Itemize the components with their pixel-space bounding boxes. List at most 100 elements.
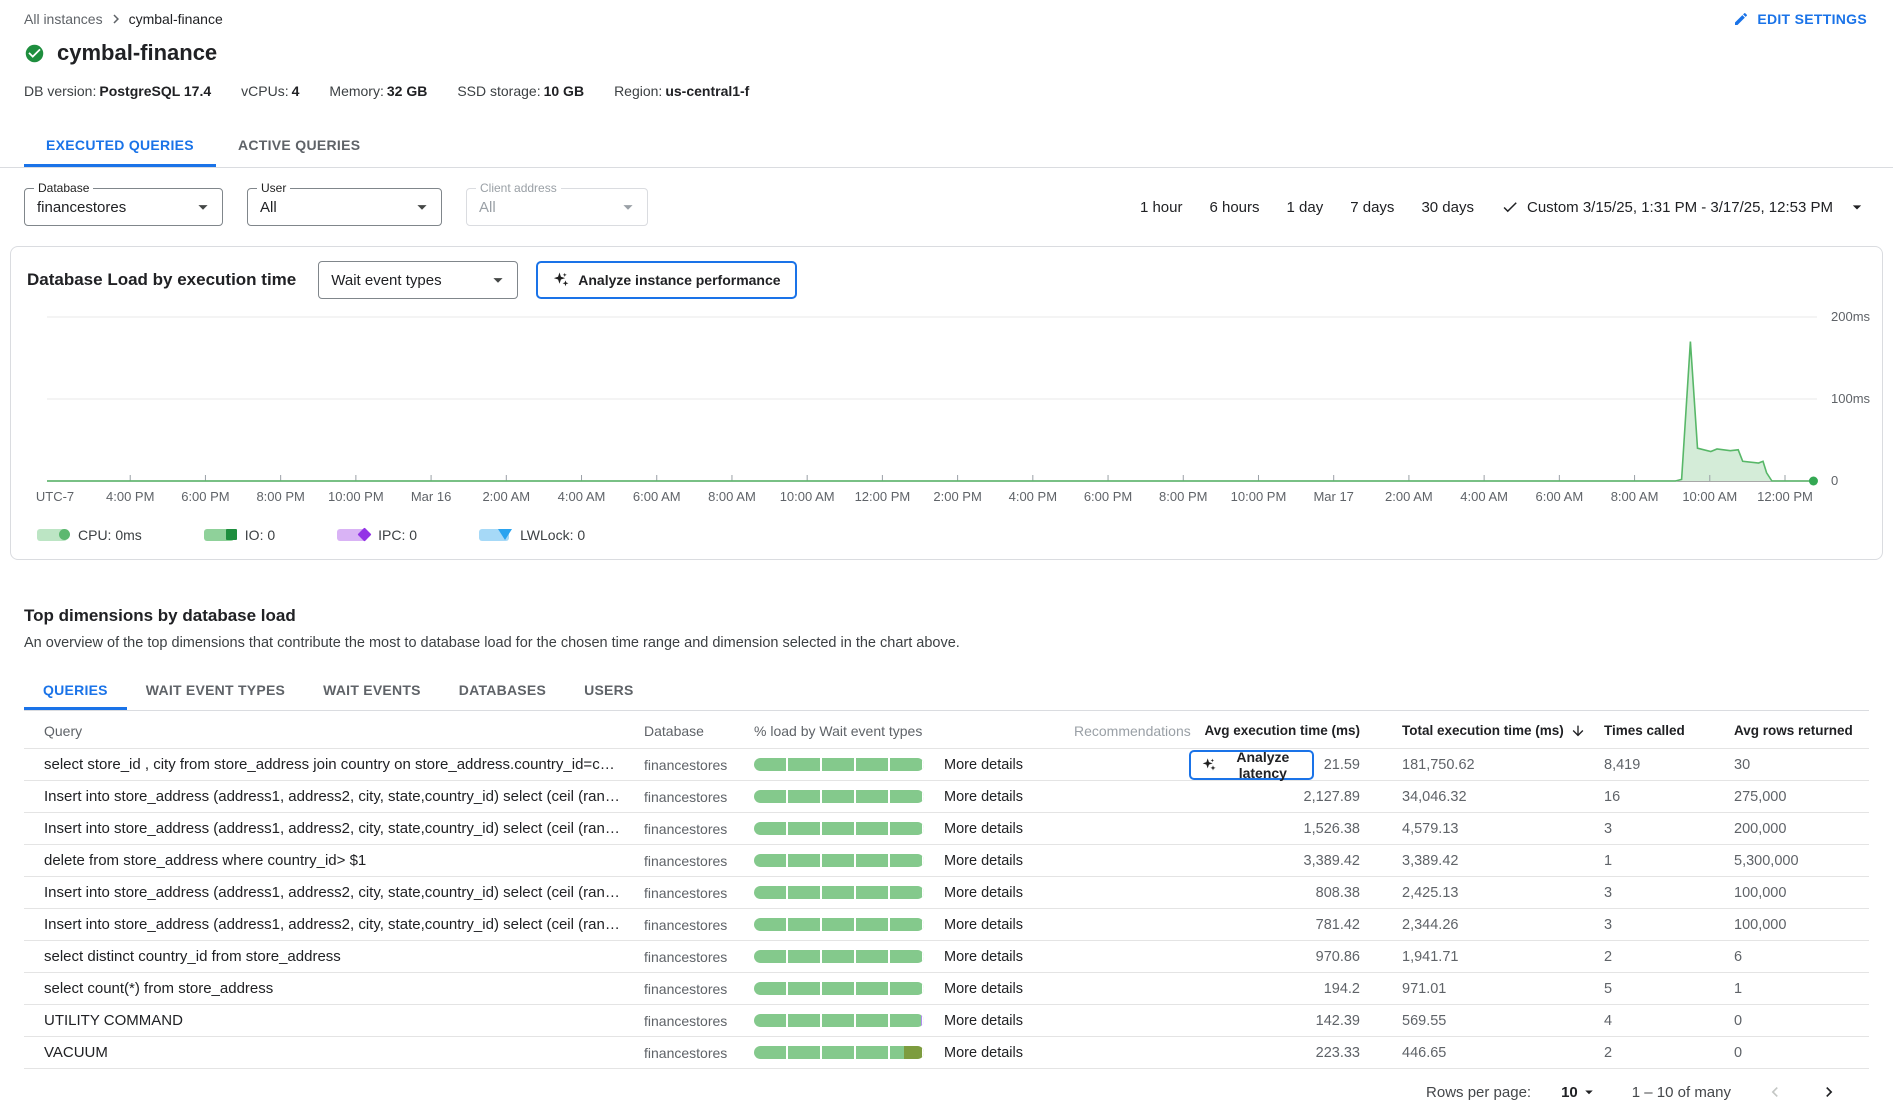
col-query[interactable]: Query <box>44 723 644 739</box>
more-details-link[interactable]: More details <box>944 917 1074 933</box>
table-row[interactable]: select store_id , city from store_addres… <box>24 749 1869 781</box>
database-cell: financestores <box>644 757 754 773</box>
time-range-7-days[interactable]: 7 days <box>1350 199 1394 216</box>
svg-text:10:00 PM: 10:00 PM <box>1231 489 1287 504</box>
analyze-latency-button[interactable]: Analyze latency <box>1189 750 1314 780</box>
time-range-custom[interactable]: Custom 3/15/25, 1:31 PM - 3/17/25, 12:53… <box>1501 197 1867 217</box>
query-text[interactable]: Insert into store_address (address1, add… <box>44 820 644 837</box>
database-load-chart: 200ms100ms0UTC-74:00 PM6:00 PM8:00 PM10:… <box>11 305 1882 519</box>
table-row[interactable]: Insert into store_address (address1, add… <box>24 877 1869 909</box>
more-details-link[interactable]: More details <box>944 949 1074 965</box>
info-ssd-storage-: SSD storage:10 GB <box>457 83 584 99</box>
times-called-cell: 4 <box>1604 1013 1734 1029</box>
more-details-link[interactable]: More details <box>944 981 1074 997</box>
next-page-button[interactable] <box>1819 1082 1839 1102</box>
col-total-exec[interactable]: Total execution time (ms) <box>1369 723 1604 739</box>
times-called-cell: 8,419 <box>1604 757 1734 773</box>
chart-dimension-select[interactable]: Wait event types <box>318 261 518 299</box>
more-details-link[interactable]: More details <box>944 821 1074 837</box>
check-icon <box>1501 198 1519 216</box>
more-details-link[interactable]: More details <box>944 853 1074 869</box>
query-text[interactable]: UTILITY COMMAND <box>44 1012 644 1029</box>
table-row[interactable]: delete from store_address where country_… <box>24 845 1869 877</box>
table-row[interactable]: UTILITY COMMAND financestores More detai… <box>24 1005 1869 1037</box>
more-details-link[interactable]: More details <box>944 1045 1074 1061</box>
rows-per-page-select[interactable]: 10 <box>1561 1083 1598 1101</box>
analyze-instance-performance-button[interactable]: Analyze instance performance <box>536 261 796 299</box>
time-range-30-days[interactable]: 30 days <box>1421 199 1474 216</box>
query-text[interactable]: VACUUM <box>44 1044 644 1061</box>
triangle-marker-icon <box>498 529 512 540</box>
table-row[interactable]: select distinct country_id from store_ad… <box>24 941 1869 973</box>
tab-active-queries[interactable]: ACTIVE QUERIES <box>216 123 382 167</box>
previous-page-button[interactable] <box>1765 1082 1785 1102</box>
legend-io[interactable]: IO: 0 <box>204 527 275 543</box>
time-range-1-day[interactable]: 1 day <box>1287 199 1324 216</box>
col-database[interactable]: Database <box>644 723 754 739</box>
rows-per-page: Rows per page: 10 <box>1426 1083 1598 1101</box>
total-exec-cell: 2,425.13 <box>1369 885 1604 901</box>
query-text[interactable]: delete from store_address where country_… <box>44 852 644 869</box>
load-bar <box>754 1046 944 1059</box>
table-row[interactable]: Insert into store_address (address1, add… <box>24 781 1869 813</box>
rows-per-page-label: Rows per page: <box>1426 1084 1531 1101</box>
dim-tab-queries[interactable]: QUERIES <box>24 671 127 710</box>
col-avg-rows[interactable]: Avg rows returned <box>1734 723 1884 738</box>
svg-text:2:00 PM: 2:00 PM <box>933 489 981 504</box>
dim-tab-wait-event-types[interactable]: WAIT EVENT TYPES <box>127 671 304 710</box>
more-details-link[interactable]: More details <box>944 885 1074 901</box>
col-times-called[interactable]: Times called <box>1604 723 1734 738</box>
user-filter-label: User <box>257 181 290 195</box>
dropdown-arrow-icon <box>617 196 639 218</box>
load-bar <box>754 790 944 803</box>
svg-text:12:00 PM: 12:00 PM <box>855 489 911 504</box>
avg-exec-cell: 1,526.38 <box>1189 821 1369 837</box>
svg-text:200ms: 200ms <box>1831 309 1871 324</box>
load-area-chart[interactable]: 200ms100ms0UTC-74:00 PM6:00 PM8:00 PM10:… <box>17 309 1879 515</box>
dimension-tabs: QUERIESWAIT EVENT TYPESWAIT EVENTSDATABA… <box>24 671 1869 711</box>
legend-lwlock[interactable]: LWLock: 0 <box>479 527 585 543</box>
more-details-link[interactable]: More details <box>944 1013 1074 1029</box>
legend-cpu[interactable]: CPU: 0ms <box>37 527 142 543</box>
database-cell: financestores <box>644 853 754 869</box>
svg-text:6:00 PM: 6:00 PM <box>1084 489 1132 504</box>
dropdown-arrow-icon <box>1580 1083 1598 1101</box>
table-row[interactable]: select count(*) from store_address finan… <box>24 973 1869 1005</box>
client-address-filter-label: Client address <box>476 181 561 195</box>
breadcrumb-all-instances[interactable]: All instances <box>24 11 103 27</box>
svg-text:2:00 AM: 2:00 AM <box>1385 489 1433 504</box>
user-filter-select[interactable]: User All <box>247 188 442 226</box>
database-cell: financestores <box>644 885 754 901</box>
query-text[interactable]: select distinct country_id from store_ad… <box>44 948 644 965</box>
legend-ipc[interactable]: IPC: 0 <box>337 527 417 543</box>
circle-marker-icon <box>59 529 70 540</box>
table-row[interactable]: VACUUM financestores More details 223.33… <box>24 1037 1869 1069</box>
dim-tab-databases[interactable]: DATABASES <box>440 671 565 710</box>
spark-icon <box>1201 757 1217 773</box>
avg-exec-cell: 970.86 <box>1189 949 1369 965</box>
table-row[interactable]: Insert into store_address (address1, add… <box>24 909 1869 941</box>
dim-tab-wait-events[interactable]: WAIT EVENTS <box>304 671 440 710</box>
load-bar <box>754 758 944 771</box>
tab-executed-queries[interactable]: EXECUTED QUERIES <box>24 123 216 167</box>
more-details-link[interactable]: More details <box>944 757 1074 773</box>
edit-settings-button[interactable]: EDIT SETTINGS <box>1733 11 1867 27</box>
query-text[interactable]: select count(*) from store_address <box>44 980 644 997</box>
database-filter-select[interactable]: Database financestores <box>24 188 223 226</box>
times-called-cell: 3 <box>1604 821 1734 837</box>
col-avg-exec[interactable]: Avg execution time (ms) <box>1189 723 1369 738</box>
query-text[interactable]: Insert into store_address (address1, add… <box>44 916 644 933</box>
time-range-1-hour[interactable]: 1 hour <box>1140 199 1183 216</box>
query-text[interactable]: Insert into store_address (address1, add… <box>44 884 644 901</box>
svg-text:8:00 AM: 8:00 AM <box>708 489 756 504</box>
query-text[interactable]: select store_id , city from store_addres… <box>44 756 644 773</box>
query-text[interactable]: Insert into store_address (address1, add… <box>44 788 644 805</box>
spark-icon <box>552 271 570 289</box>
dropdown-arrow-icon <box>1847 197 1867 217</box>
table-row[interactable]: Insert into store_address (address1, add… <box>24 813 1869 845</box>
chart-legend: CPU: 0ms IO: 0 IPC: 0 LWLock: 0 <box>11 519 1882 559</box>
dim-tab-users[interactable]: USERS <box>565 671 652 710</box>
time-range-6-hours[interactable]: 6 hours <box>1209 199 1259 216</box>
more-details-link[interactable]: More details <box>944 789 1074 805</box>
avg-rows-cell: 6 <box>1734 949 1884 965</box>
